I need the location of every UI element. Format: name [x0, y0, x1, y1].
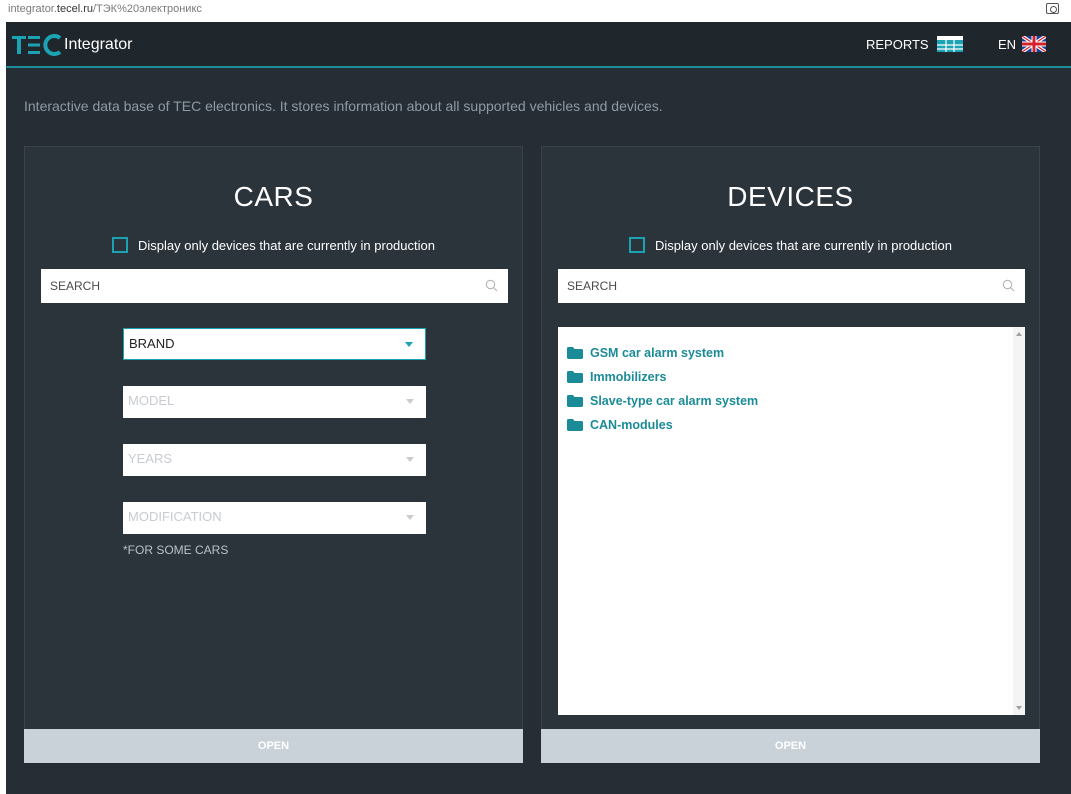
- category-item-can-modules[interactable]: CAN-modules: [558, 413, 1025, 437]
- checkbox-box[interactable]: [112, 237, 128, 253]
- category-label: GSM car alarm system: [590, 346, 725, 360]
- modification-select-value: MODIFICATION: [128, 509, 222, 524]
- devices-search-input[interactable]: [567, 279, 987, 293]
- modification-note: *FOR SOME CARS: [123, 543, 229, 557]
- intro-description: Interactive data base of TEC electronics…: [24, 98, 663, 114]
- cars-search-input[interactable]: [50, 279, 470, 293]
- category-item-immobilizers[interactable]: Immobilizers: [558, 365, 1025, 389]
- category-item-gsm[interactable]: GSM car alarm system: [558, 341, 1025, 365]
- cars-panel: CARS Display only devices that are curre…: [24, 146, 523, 763]
- category-label: Immobilizers: [590, 370, 667, 384]
- category-label: CAN-modules: [590, 418, 673, 432]
- tree-scrollbar[interactable]: [1013, 327, 1025, 715]
- devices-title: DEVICES: [727, 181, 854, 212]
- scroll-up-arrow-icon[interactable]: [1016, 332, 1022, 336]
- chevron-down-icon: [405, 342, 413, 347]
- devices-search-field[interactable]: [558, 269, 1025, 303]
- years-select-value: YEARS: [128, 451, 173, 466]
- cars-search-field[interactable]: [41, 269, 508, 303]
- table-icon: [936, 36, 963, 52]
- checkbox-label: Display only devices that are currently …: [655, 237, 952, 253]
- url-domain: tecel.ru: [56, 3, 93, 15]
- tec-logo-icon[interactable]: [12, 34, 62, 56]
- folder-icon: [567, 371, 583, 383]
- reports-label: REPORTS: [866, 36, 929, 52]
- chevron-down-icon: [406, 457, 414, 462]
- url-text[interactable]: integrator.tecel.ru/ТЭК%20электроникс: [8, 3, 202, 15]
- language-label: EN: [998, 36, 1017, 52]
- folder-icon: [567, 347, 583, 359]
- brand-select[interactable]: BRAND: [123, 328, 426, 360]
- devices-production-checkbox[interactable]: Display only devices that are currently …: [542, 237, 1039, 253]
- checkbox-label: Display only devices that are currently …: [138, 237, 435, 253]
- cars-production-checkbox[interactable]: Display only devices that are currently …: [25, 237, 522, 253]
- reports-link[interactable]: REPORTS: [866, 36, 963, 52]
- uk-flag-icon: [1022, 36, 1047, 52]
- url-path: /ТЭК%20электроникс: [93, 3, 202, 15]
- screenshot-camera-icon[interactable]: [1046, 3, 1059, 14]
- cars-open-button[interactable]: OPEN: [24, 729, 523, 763]
- top-navbar: Integrator REPORTS EN: [6, 22, 1071, 68]
- modification-select: MODIFICATION: [123, 502, 426, 534]
- model-select-value: MODEL: [128, 393, 175, 408]
- years-select: YEARS: [123, 444, 426, 476]
- browser-address-bar[interactable]: integrator.tecel.ru/ТЭК%20электроникс: [0, 0, 1071, 22]
- app-title: Integrator: [64, 36, 133, 53]
- devices-panel: DEVICES Display only devices that are cu…: [541, 146, 1040, 763]
- model-select: MODEL: [123, 386, 426, 418]
- devices-open-button[interactable]: OPEN: [541, 729, 1040, 763]
- chevron-down-icon: [406, 399, 414, 404]
- integrator-app: Integrator REPORTS EN Interactive data b…: [6, 22, 1071, 794]
- device-category-tree[interactable]: GSM car alarm system Immobilizers Slave-…: [558, 327, 1025, 715]
- search-icon[interactable]: [1002, 279, 1015, 292]
- folder-icon: [567, 395, 583, 407]
- checkbox-box[interactable]: [629, 237, 645, 253]
- language-switcher[interactable]: EN: [998, 36, 1047, 52]
- category-list: GSM car alarm system Immobilizers Slave-…: [558, 327, 1025, 437]
- search-icon[interactable]: [485, 279, 498, 292]
- brand-select-value: BRAND: [129, 336, 175, 351]
- category-label: Slave-type car alarm system: [590, 394, 759, 408]
- chevron-down-icon: [406, 515, 414, 520]
- folder-icon: [567, 419, 583, 431]
- url-prefix: integrator.: [8, 3, 57, 15]
- scroll-down-arrow-icon[interactable]: [1016, 706, 1022, 710]
- cars-title: CARS: [233, 181, 314, 212]
- category-item-slave-alarm[interactable]: Slave-type car alarm system: [558, 389, 1025, 413]
